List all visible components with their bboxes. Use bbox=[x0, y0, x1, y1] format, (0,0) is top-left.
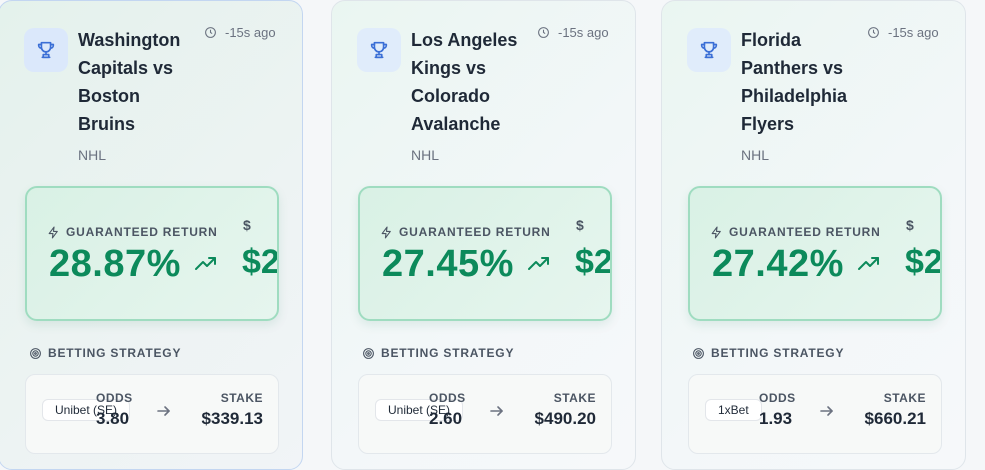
lightning-icon bbox=[48, 226, 58, 238]
profit-currency: $ bbox=[243, 217, 251, 233]
betting-strategy-text: BETTING STRATEGY bbox=[711, 346, 845, 360]
arrow-right-icon bbox=[490, 404, 504, 422]
odds-label: ODDS bbox=[429, 391, 466, 405]
arbitrage-card[interactable]: Florida Panthers vs Philadelphia Flyers … bbox=[661, 0, 966, 470]
betting-strategy-label: BETTING STRATEGY bbox=[362, 346, 514, 360]
lightning-icon bbox=[381, 226, 391, 238]
timestamp: -15s ago bbox=[537, 25, 609, 40]
stake-value: $660.21 bbox=[864, 409, 926, 428]
bet-row: Unibet (SE) ODDS 2.60 STAKE $490.20 bbox=[358, 374, 612, 454]
profit-value: $288 bbox=[242, 243, 279, 281]
profit-value: $274 bbox=[575, 243, 612, 281]
odds-label: ODDS bbox=[96, 391, 133, 405]
target-icon bbox=[30, 347, 41, 359]
time-ago: -15s ago bbox=[558, 25, 609, 40]
profit-value: $274 bbox=[905, 243, 942, 281]
betting-strategy-label: BETTING STRATEGY bbox=[692, 346, 844, 360]
guaranteed-return-panel: GUARANTEED RETURN 27.45% $ $274 on bbox=[358, 186, 612, 321]
stake-label: STAKE bbox=[883, 391, 926, 405]
arrow-right-icon bbox=[157, 404, 171, 422]
match-title: Washington Capitals vs Boston Bruins bbox=[78, 30, 181, 134]
guaranteed-return-text: GUARANTEED RETURN bbox=[399, 225, 551, 239]
odds-value: 2.60 bbox=[429, 409, 463, 428]
clock-icon bbox=[538, 27, 549, 38]
guaranteed-return-label: GUARANTEED RETURN bbox=[47, 225, 218, 239]
stake-value: $490.20 bbox=[534, 409, 596, 428]
profit-currency: $ bbox=[576, 217, 584, 233]
stake-label: STAKE bbox=[220, 391, 263, 405]
arrow-right-icon bbox=[820, 404, 834, 422]
lightning-icon bbox=[711, 226, 721, 238]
time-ago: -15s ago bbox=[225, 25, 276, 40]
profit-currency: $ bbox=[906, 217, 914, 233]
league-label: NHL bbox=[411, 147, 440, 163]
betting-strategy-text: BETTING STRATEGY bbox=[381, 346, 515, 360]
timestamp: -15s ago bbox=[204, 25, 276, 40]
guaranteed-return-label: GUARANTEED RETURN bbox=[380, 225, 551, 239]
arbitrage-card[interactable]: Los Angeles Kings vs Colorado Avalanche … bbox=[331, 0, 636, 470]
guaranteed-return-text: GUARANTEED RETURN bbox=[729, 225, 881, 239]
clock-icon bbox=[205, 27, 216, 38]
betting-strategy-text: BETTING STRATEGY bbox=[48, 346, 182, 360]
match-title: Florida Panthers vs Philadelphia Flyers bbox=[741, 30, 848, 134]
return-percentage: 28.87% bbox=[49, 243, 181, 285]
target-icon bbox=[363, 347, 374, 359]
trophy-icon bbox=[24, 28, 68, 72]
stake-value: $339.13 bbox=[201, 409, 263, 428]
guaranteed-return-text: GUARANTEED RETURN bbox=[66, 225, 218, 239]
odds-value: 3.80 bbox=[96, 409, 130, 428]
arbitrage-card[interactable]: Washington Capitals vs Boston Bruins -15… bbox=[0, 0, 303, 470]
odds-label: ODDS bbox=[759, 391, 796, 405]
match-title: Los Angeles Kings vs Colorado Avalanche bbox=[411, 30, 518, 134]
return-percentage: 27.42% bbox=[712, 243, 844, 285]
odds-value: 1.93 bbox=[759, 409, 793, 428]
trending-up-icon bbox=[527, 256, 551, 277]
trophy-icon bbox=[357, 28, 401, 72]
time-ago: -15s ago bbox=[888, 25, 939, 40]
trophy-icon bbox=[687, 28, 731, 72]
league-label: NHL bbox=[78, 147, 107, 163]
stake-label: STAKE bbox=[553, 391, 596, 405]
trending-up-icon bbox=[857, 256, 881, 277]
bookmaker-badge[interactable]: 1xBet bbox=[705, 399, 762, 421]
timestamp: -15s ago bbox=[867, 25, 939, 40]
bet-row: 1xBet ODDS 1.93 STAKE $660.21 bbox=[688, 374, 942, 454]
guaranteed-return-label: GUARANTEED RETURN bbox=[710, 225, 881, 239]
betting-strategy-label: BETTING STRATEGY bbox=[29, 346, 181, 360]
guaranteed-return-panel: GUARANTEED RETURN 28.87% $ $288 on bbox=[25, 186, 279, 321]
league-label: NHL bbox=[741, 147, 770, 163]
target-icon bbox=[693, 347, 704, 359]
clock-icon bbox=[868, 27, 879, 38]
trending-up-icon bbox=[194, 256, 218, 277]
bet-row: Unibet (SE) ODDS 3.80 STAKE $339.13 bbox=[25, 374, 279, 454]
guaranteed-return-panel: GUARANTEED RETURN 27.42% $ $274 on bbox=[688, 186, 942, 321]
return-percentage: 27.45% bbox=[382, 243, 514, 285]
